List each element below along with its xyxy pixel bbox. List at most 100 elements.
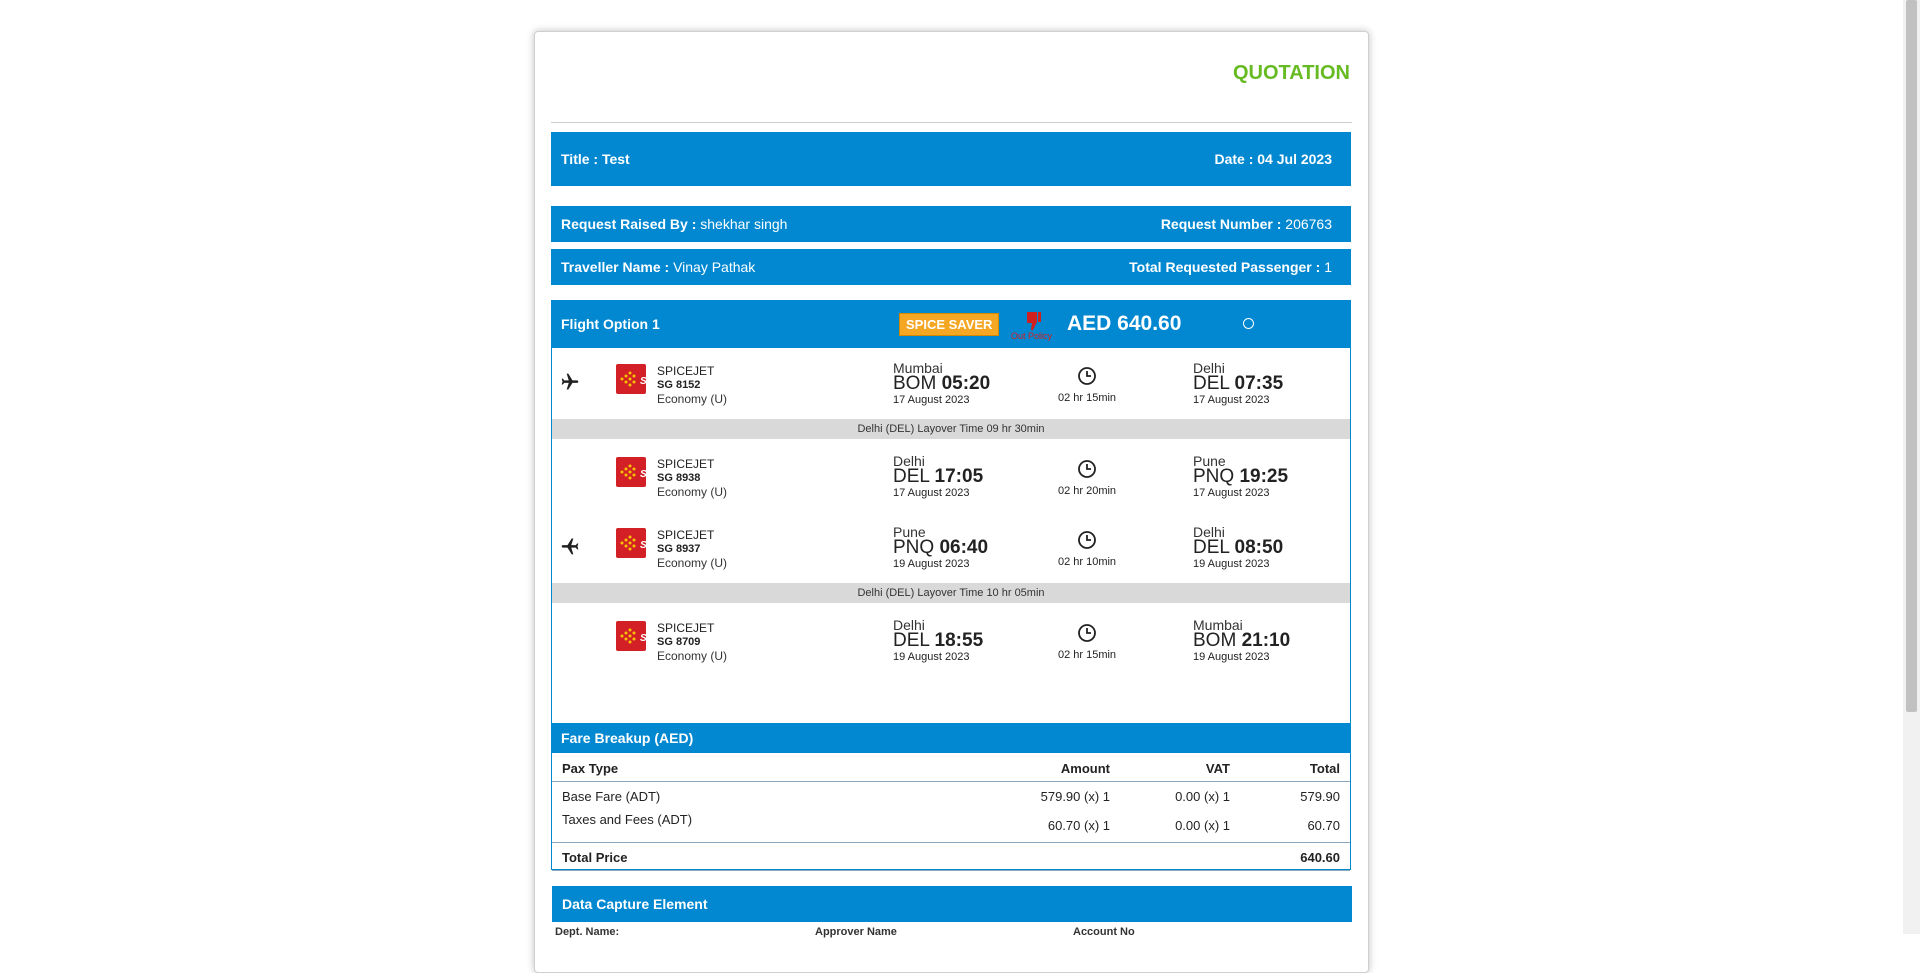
- dept-name-label: Dept. Name:: [555, 926, 620, 938]
- plane-outbound-icon: [561, 373, 579, 390]
- plane-return-icon: [561, 538, 579, 555]
- arrival: Delhi DEL 07:35 17 August 2023: [1193, 360, 1283, 408]
- arrival-time: 21:10: [1241, 630, 1291, 651]
- fare-breakup-heading: Fare Breakup (AED): [551, 723, 1351, 753]
- cabin-class: Economy (U): [657, 649, 728, 663]
- fare-total: 579.90: [1300, 789, 1340, 804]
- airline-logo: S: [616, 364, 646, 394]
- flight-segment: S SPICEJET SG 8709 Economy (U) Delhi DEL…: [552, 607, 1350, 677]
- departure: Pune PNQ 06:40 19 August 2023: [893, 524, 988, 572]
- arrival-code: DEL: [1193, 537, 1230, 558]
- traveller-bar: Traveller Name : Vinay Pathak Total Requ…: [551, 249, 1351, 285]
- out-policy-label: Out Policy: [1011, 331, 1053, 341]
- fare-pax: Base Fare (ADT): [562, 789, 661, 804]
- divider: [552, 870, 1350, 871]
- arrival-date: 19 August 2023: [1193, 558, 1270, 570]
- departure-code: DEL: [893, 466, 930, 487]
- flight-number: SG 8709: [657, 636, 701, 648]
- duration-text: 02 hr 15min: [1057, 392, 1117, 404]
- flight-number: SG 8937: [657, 543, 701, 555]
- departure: Delhi DEL 18:55 19 August 2023: [893, 617, 983, 665]
- departure-code: DEL: [893, 630, 930, 651]
- col-vat: VAT: [1205, 761, 1230, 776]
- airline-logo: S: [616, 457, 646, 487]
- flight-number: SG 8152: [657, 379, 701, 391]
- date-field: Date : 04 Jul 2023: [1214, 151, 1332, 167]
- date-value: 04 Jul 2023: [1257, 151, 1332, 167]
- layover-bar: Delhi (DEL) Layover Time 09 hr 30min: [552, 419, 1350, 439]
- fare-brand-badge: SPICE SAVER: [899, 313, 1000, 336]
- departure-date: 19 August 2023: [893, 558, 970, 570]
- duration: 02 hr 15min: [1054, 623, 1120, 661]
- svg-text:S: S: [640, 376, 646, 387]
- divider: [551, 122, 1352, 123]
- clock-icon: [1078, 624, 1096, 642]
- request-raised-field: Request Raised By : shekhar singh: [561, 216, 788, 232]
- flight-segment: S SPICEJET SG 8938 Economy (U) Delhi DEL…: [552, 443, 1350, 513]
- title-field: Title : Test: [561, 151, 630, 167]
- divider: [552, 842, 1350, 843]
- quotation-card: QUOTATION Title : Test Date : 04 Jul 202…: [534, 31, 1369, 973]
- select-option-radio[interactable]: [1243, 318, 1254, 329]
- airline-logo: S: [616, 528, 646, 558]
- departure-time: 18:55: [934, 630, 984, 651]
- divider: [552, 781, 1350, 782]
- departure-time: 17:05: [934, 466, 984, 487]
- cabin-class: Economy (U): [657, 556, 728, 570]
- svg-text:S: S: [640, 633, 646, 644]
- arrival-date: 19 August 2023: [1193, 651, 1270, 663]
- arrival-code: BOM: [1193, 630, 1237, 651]
- svg-text:S: S: [640, 469, 646, 480]
- request-bar: Request Raised By : shekhar singh Reques…: [551, 206, 1351, 242]
- traveller-field: Traveller Name : Vinay Pathak: [561, 259, 756, 275]
- request-raised-value: shekhar singh: [700, 216, 788, 232]
- clock-icon: [1078, 460, 1096, 478]
- departure: Mumbai BOM 05:20 17 August 2023: [893, 360, 990, 408]
- total-price-label: Total Price: [562, 850, 628, 865]
- scrollbar-thumb[interactable]: [1906, 0, 1917, 712]
- departure-date: 17 August 2023: [893, 487, 970, 499]
- traveller-value: Vinay Pathak: [673, 259, 756, 275]
- data-capture-heading: Data Capture Element: [552, 886, 1352, 922]
- cabin-class: Economy (U): [657, 485, 728, 499]
- request-number-value: 206763: [1285, 216, 1332, 232]
- arrival: Mumbai BOM 21:10 19 August 2023: [1193, 617, 1290, 665]
- fare-vat: 0.00 (x) 1: [1175, 818, 1230, 833]
- total-price-value: 640.60: [1300, 850, 1340, 865]
- flight-option-header: Flight Option 1 SPICE SAVER Out Policy A…: [551, 300, 1351, 348]
- fare-total: 60.70: [1307, 818, 1340, 833]
- layover-bar: Delhi (DEL) Layover Time 10 hr 05min: [552, 583, 1350, 603]
- arrival-date: 17 August 2023: [1193, 394, 1270, 406]
- passenger-field: Total Requested Passenger : 1: [1129, 259, 1332, 275]
- flight-option-box: Flight Option 1 SPICE SAVER Out Policy A…: [551, 300, 1351, 871]
- arrival-code: DEL: [1193, 373, 1230, 394]
- airline-name: SPICEJET: [657, 364, 715, 378]
- flight-segment: S SPICEJET SG 8152 Economy (U) Mumbai BO…: [552, 350, 1350, 420]
- arrival-code: PNQ: [1193, 466, 1235, 487]
- fare-amount: 579.90 (x) 1: [1040, 789, 1110, 804]
- title-value: Test: [601, 151, 630, 167]
- passenger-value: 1: [1324, 259, 1332, 275]
- departure-date: 19 August 2023: [893, 651, 970, 663]
- departure-time: 06:40: [939, 537, 989, 558]
- flight-option-name: Flight Option 1: [561, 316, 660, 332]
- request-number-field: Request Number : 206763: [1160, 216, 1332, 232]
- arrival-time: 19:25: [1239, 466, 1289, 487]
- fare-pax: Taxes and Fees (ADT): [562, 812, 693, 827]
- duration: 02 hr 15min: [1054, 366, 1120, 404]
- vertical-scrollbar[interactable]: [1903, 0, 1920, 934]
- duration-text: 02 hr 10min: [1057, 556, 1117, 568]
- flight-segment: S SPICEJET SG 8937 Economy (U) Pune PNQ …: [552, 514, 1350, 584]
- title-bar: Title : Test Date : 04 Jul 2023: [551, 132, 1351, 186]
- account-no-label: Account No: [1073, 926, 1135, 938]
- departure: Delhi DEL 17:05 17 August 2023: [893, 453, 983, 501]
- airline-name: SPICEJET: [657, 528, 715, 542]
- col-amount: Amount: [1060, 761, 1110, 776]
- airline-logo: S: [616, 621, 646, 651]
- airline-name: SPICEJET: [657, 621, 715, 635]
- departure-time: 05:20: [941, 373, 991, 394]
- arrival-date: 17 August 2023: [1193, 487, 1270, 499]
- col-total: Total: [1309, 761, 1340, 776]
- arrival: Delhi DEL 08:50 19 August 2023: [1193, 524, 1283, 572]
- duration: 02 hr 20min: [1054, 459, 1120, 497]
